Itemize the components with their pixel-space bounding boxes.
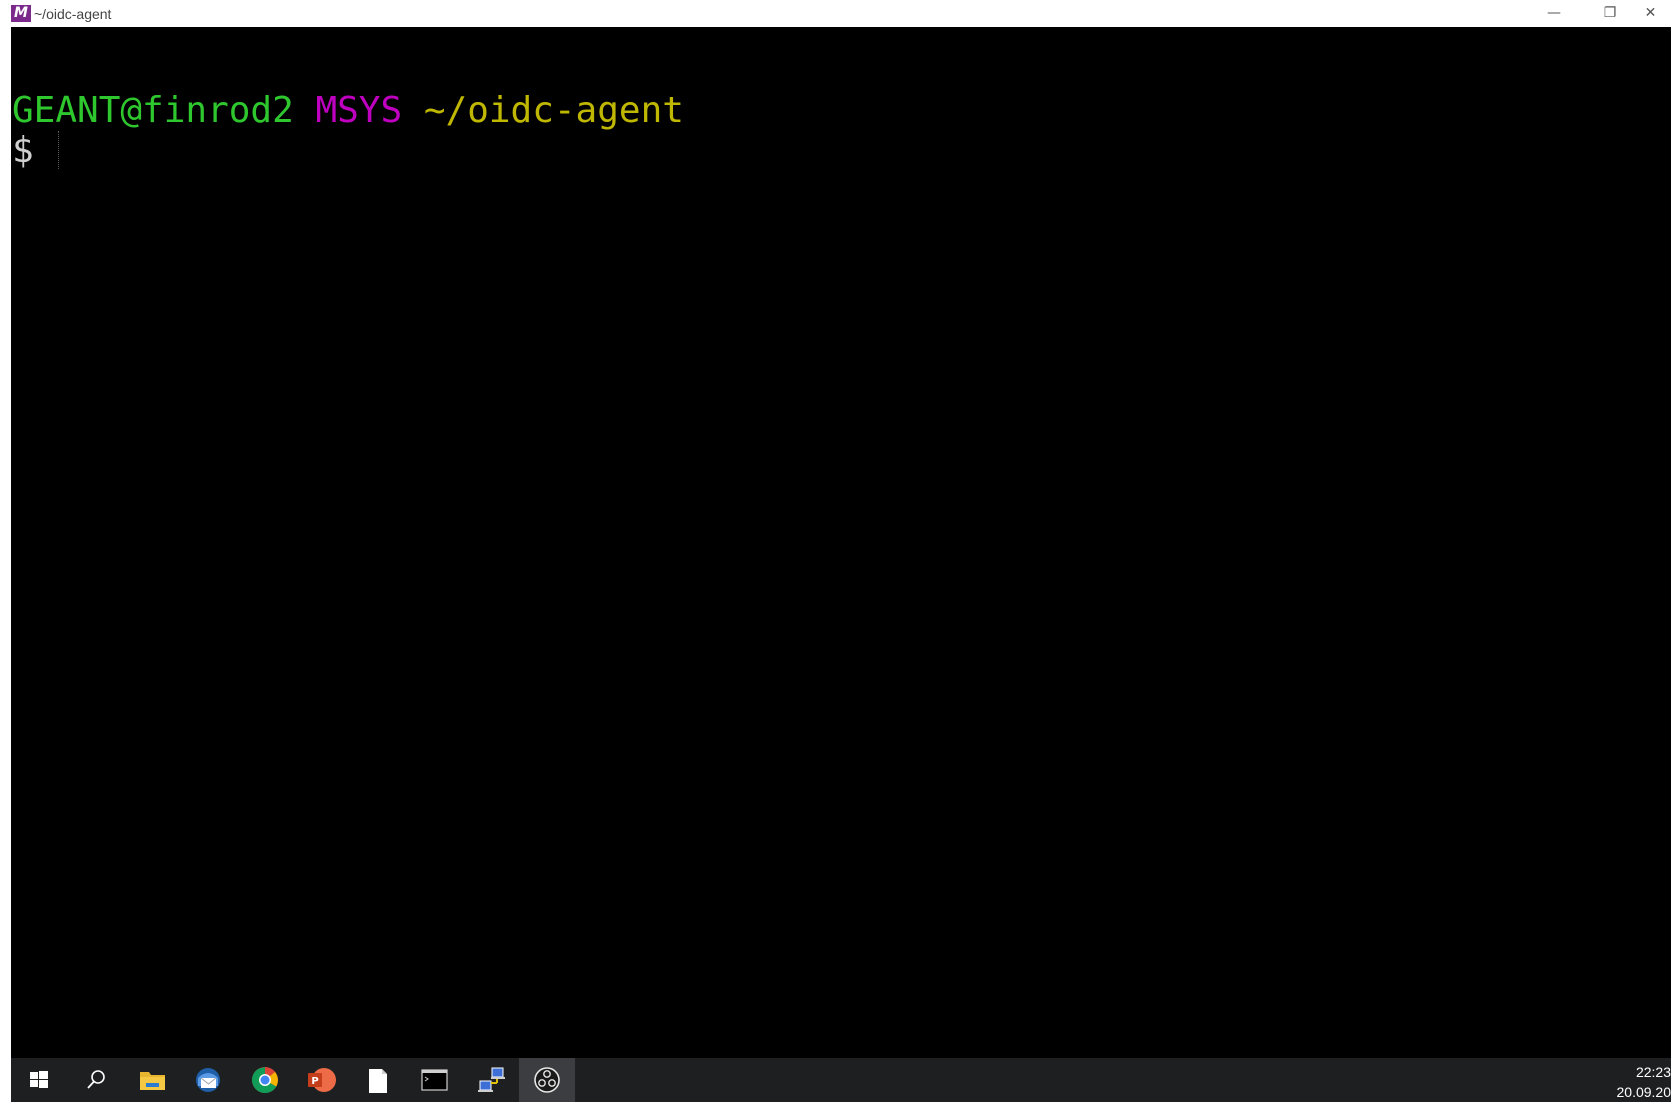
search-icon	[67, 1058, 123, 1102]
chrome-icon	[237, 1058, 293, 1102]
terminal-area[interactable]: GEANT@finrod2 MSYS ~/oidc-agent $	[11, 27, 1671, 1058]
file-explorer-icon	[124, 1058, 180, 1102]
clock-date: 20.09.20	[1617, 1082, 1671, 1102]
msys-app-icon: M	[11, 5, 31, 22]
prompt-symbol: $	[12, 130, 34, 171]
close-button[interactable]: ✕	[1630, 0, 1671, 27]
system-clock[interactable]: 22:23 20.09.20	[1617, 1062, 1671, 1102]
taskbar-item-search[interactable]	[67, 1058, 123, 1102]
windows-start-icon	[11, 1058, 67, 1102]
prompt-line: GEANT@finrod2 MSYS ~/oidc-agent	[12, 91, 684, 131]
restore-button[interactable]: ❐	[1587, 0, 1633, 27]
minimize-button[interactable]: —	[1531, 0, 1577, 27]
taskbar-item-document[interactable]	[350, 1058, 406, 1102]
taskbar-item-mail[interactable]	[180, 1058, 236, 1102]
command-line[interactable]: $	[12, 131, 60, 171]
taskbar: P	[11, 1058, 1671, 1102]
window-title: ~/oidc-agent	[34, 5, 111, 23]
thunderbird-mail-icon	[180, 1058, 236, 1102]
terminal-icon	[406, 1058, 462, 1102]
blank-document-icon	[350, 1058, 406, 1102]
prompt-system: MSYS	[315, 90, 402, 131]
clock-time: 22:23	[1617, 1062, 1671, 1082]
powerpoint-icon: P	[293, 1058, 349, 1102]
prompt-path: ~/oidc-agent	[424, 90, 684, 131]
taskbar-item-powerpoint[interactable]: P	[293, 1058, 349, 1102]
taskbar-item-obs[interactable]	[519, 1058, 575, 1102]
prompt-user-host: GEANT@finrod2	[12, 90, 294, 131]
taskbar-item-terminal[interactable]	[406, 1058, 462, 1102]
taskbar-item-network[interactable]	[463, 1058, 519, 1102]
taskbar-item-file-explorer[interactable]	[124, 1058, 180, 1102]
taskbar-item-start[interactable]	[11, 1058, 67, 1102]
window-titlebar: M ~/oidc-agent — ❐ ✕	[0, 0, 1671, 27]
network-connection-icon	[463, 1058, 519, 1102]
obs-studio-icon	[519, 1058, 575, 1102]
taskbar-item-chrome[interactable]	[237, 1058, 293, 1102]
svg-text:P: P	[311, 1076, 318, 1087]
text-cursor	[58, 131, 60, 169]
